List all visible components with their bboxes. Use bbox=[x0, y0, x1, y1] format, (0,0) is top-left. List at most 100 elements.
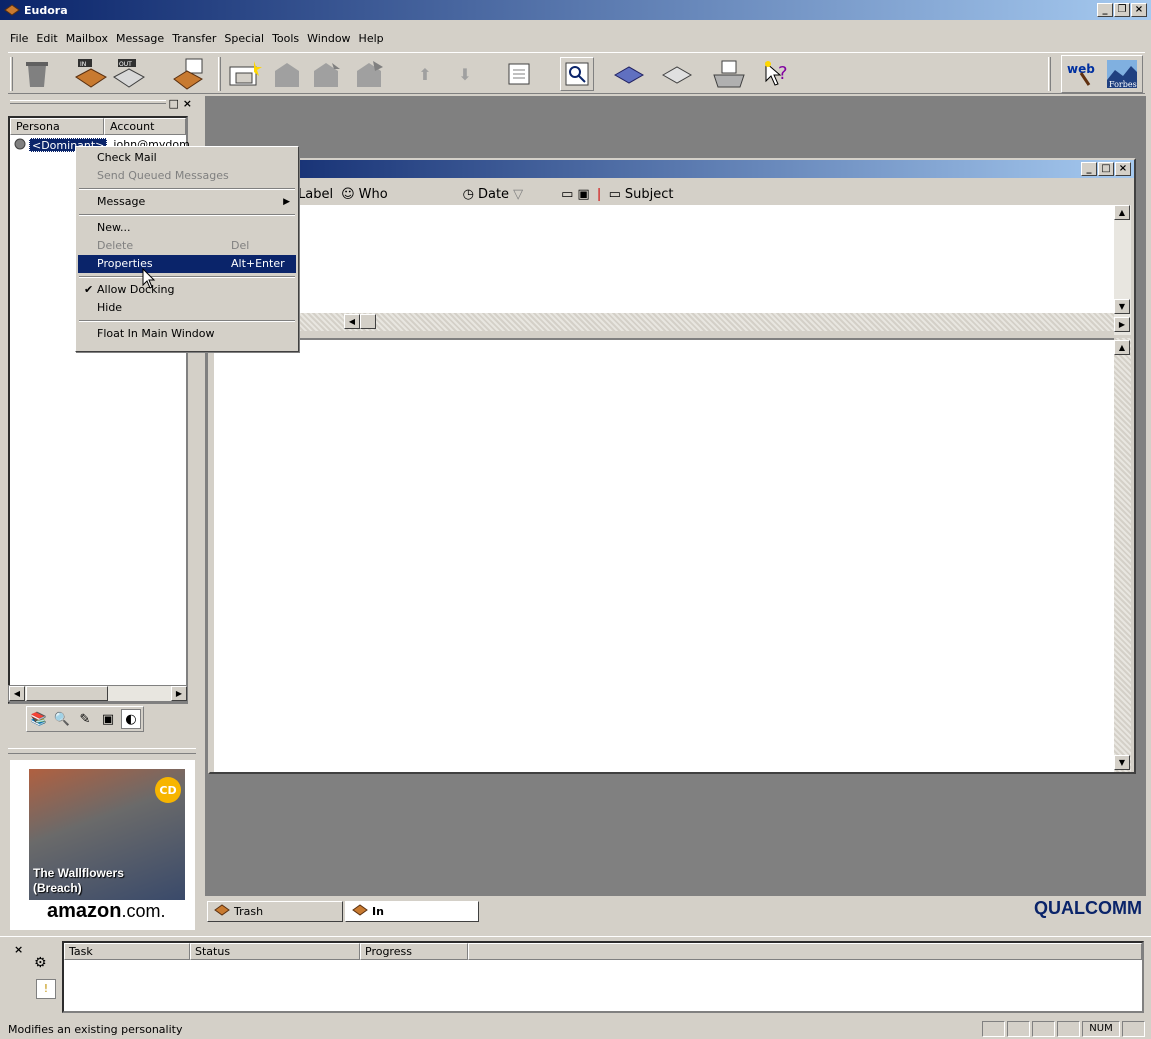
new-message-icon[interactable] bbox=[228, 57, 262, 91]
reply-icon[interactable] bbox=[270, 57, 304, 91]
column-task[interactable]: Task bbox=[64, 943, 190, 960]
album-title-line2: (Breach) bbox=[33, 881, 82, 895]
scroll-left-icon[interactable]: ◀ bbox=[9, 686, 25, 701]
message-list-hscroll[interactable]: ◀ bbox=[214, 313, 1114, 331]
forbes-icon[interactable]: Forbes bbox=[1104, 57, 1140, 91]
tab-mailboxes-icon[interactable]: 📚 bbox=[29, 709, 49, 729]
scroll-up-icon[interactable]: ▲ bbox=[1114, 340, 1130, 355]
close-button[interactable]: × bbox=[1131, 3, 1147, 17]
column-date[interactable]: Date bbox=[478, 187, 509, 202]
toolbar: IN OUT ⬆ ⬇ ? web Forbes bbox=[8, 52, 1145, 94]
column-persona[interactable]: Persona bbox=[10, 118, 104, 135]
column-status[interactable]: Status bbox=[190, 943, 360, 960]
cd-badge: CD bbox=[155, 777, 181, 803]
scroll-down-icon[interactable]: ▼ bbox=[1114, 299, 1130, 314]
tab-personalities-icon[interactable]: ◐ bbox=[121, 709, 141, 729]
scroll-right-icon[interactable]: ▶ bbox=[171, 686, 187, 701]
column-label[interactable]: Label bbox=[298, 187, 333, 202]
title-bar: Eudora _ ❐ × bbox=[0, 0, 1151, 20]
tab-trash[interactable]: Trash bbox=[207, 901, 343, 922]
dock-close-icon[interactable]: □ × bbox=[169, 97, 192, 110]
address-book-icon[interactable] bbox=[612, 57, 646, 91]
dock-header[interactable]: □ × bbox=[8, 96, 196, 110]
scroll-thumb[interactable] bbox=[26, 686, 108, 701]
ad-banner[interactable]: CD The Wallflowers (Breach) amazon.com. bbox=[10, 760, 195, 930]
print-icon[interactable] bbox=[712, 57, 746, 91]
task-close-icon[interactable]: × bbox=[14, 943, 23, 956]
scroll-thumb[interactable] bbox=[360, 314, 376, 329]
personalities-hscroll[interactable]: ◀ ▶ bbox=[8, 685, 188, 702]
restore-button[interactable]: ❐ bbox=[1114, 3, 1130, 17]
mailbox-maximize-button[interactable]: □ bbox=[1098, 162, 1114, 176]
tab-signatures-icon[interactable]: ▣ bbox=[98, 709, 118, 729]
menu-file[interactable]: File bbox=[6, 32, 32, 45]
toolbar-grip[interactable] bbox=[10, 57, 13, 91]
menu-item-label: Hide bbox=[97, 301, 123, 314]
help-icon[interactable]: ? bbox=[760, 57, 794, 91]
svg-text:Forbes: Forbes bbox=[1109, 80, 1137, 89]
menu-item-new[interactable]: New... bbox=[78, 219, 296, 237]
mailbox-title-bar[interactable]: _ □ × bbox=[210, 160, 1134, 178]
status-text: Modifies an existing personality bbox=[8, 1022, 183, 1036]
menu-item-hide[interactable]: Hide bbox=[78, 299, 296, 317]
mailbox-icon[interactable] bbox=[660, 57, 694, 91]
scroll-down-icon[interactable]: ▼ bbox=[1114, 755, 1130, 770]
menu-item-properties[interactable]: Properties Alt+Enter bbox=[78, 255, 296, 273]
menu-item-message[interactable]: Message ▶ bbox=[78, 193, 296, 211]
preview-vscroll[interactable]: ▲ ▼ bbox=[1114, 338, 1131, 772]
menu-help[interactable]: Help bbox=[355, 32, 388, 45]
dock-grip[interactable] bbox=[10, 100, 166, 104]
message-list-vscroll[interactable]: ▲ ▼ ▶ bbox=[1114, 205, 1131, 335]
message-list[interactable] bbox=[214, 205, 1114, 313]
menu-item-label: Delete bbox=[97, 239, 134, 252]
scroll-up-icon[interactable]: ▲ bbox=[1114, 205, 1130, 220]
task-progress-icon[interactable]: ⚙ bbox=[34, 955, 58, 977]
tab-stationery-icon[interactable]: ✎ bbox=[75, 709, 95, 729]
column-account[interactable]: Account bbox=[104, 118, 186, 135]
menu-item-float[interactable]: Float In Main Window bbox=[78, 325, 296, 343]
menu-special[interactable]: Special bbox=[220, 32, 268, 45]
attach-icon[interactable] bbox=[502, 57, 536, 91]
num-lock-indicator: NUM bbox=[1082, 1021, 1120, 1037]
ad-separator[interactable] bbox=[8, 748, 196, 754]
menu-item-check-mail[interactable]: Check Mail bbox=[78, 149, 296, 167]
menu-separator bbox=[79, 320, 295, 322]
next-icon[interactable]: ⬇ bbox=[448, 57, 482, 91]
task-error-icon[interactable]: ! bbox=[36, 979, 56, 999]
status-cell-3 bbox=[1032, 1021, 1055, 1037]
scroll-left-icon[interactable]: ◀ bbox=[344, 314, 360, 329]
previous-icon[interactable]: ⬆ bbox=[408, 57, 442, 91]
forward-icon[interactable] bbox=[352, 57, 386, 91]
status-cell-6 bbox=[1122, 1021, 1145, 1037]
find-icon[interactable] bbox=[560, 57, 594, 91]
album-title: The Wallflowers (Breach) bbox=[33, 866, 124, 896]
minimize-button[interactable]: _ bbox=[1097, 3, 1113, 17]
preview-pane[interactable] bbox=[214, 338, 1114, 772]
menu-tools[interactable]: Tools bbox=[268, 32, 303, 45]
web-search-icon[interactable]: web bbox=[1064, 57, 1100, 91]
check-mail-icon[interactable]: IN bbox=[74, 57, 108, 91]
menu-edit[interactable]: Edit bbox=[32, 32, 61, 45]
eudora-app-icon bbox=[4, 3, 20, 17]
mailbox-minimize-button[interactable]: _ bbox=[1081, 162, 1097, 176]
menu-mailbox[interactable]: Mailbox bbox=[62, 32, 112, 45]
toolbar-grip-right[interactable] bbox=[1048, 57, 1051, 91]
task-table[interactable]: Task Status Progress bbox=[62, 941, 1144, 1013]
menu-item-label: New... bbox=[97, 221, 131, 234]
compose-icon[interactable] bbox=[172, 57, 206, 91]
reply-all-icon[interactable] bbox=[310, 57, 344, 91]
send-queued-icon[interactable]: OUT bbox=[112, 57, 146, 91]
column-who[interactable]: Who bbox=[359, 187, 459, 202]
menu-transfer[interactable]: Transfer bbox=[168, 32, 220, 45]
column-progress[interactable]: Progress bbox=[360, 943, 468, 960]
column-subject[interactable]: Subject bbox=[625, 187, 674, 202]
mailbox-close-button[interactable]: × bbox=[1115, 162, 1131, 176]
persona-icon bbox=[13, 138, 29, 152]
menu-item-allow-docking[interactable]: ✔ Allow Docking bbox=[78, 281, 296, 299]
delete-icon[interactable] bbox=[20, 57, 54, 91]
tab-in[interactable]: In bbox=[345, 901, 479, 922]
menu-message[interactable]: Message bbox=[112, 32, 168, 45]
scroll-right-icon[interactable]: ▶ bbox=[1114, 317, 1130, 332]
menu-window[interactable]: Window bbox=[303, 32, 354, 45]
tab-filters-icon[interactable]: 🔍 bbox=[52, 709, 72, 729]
